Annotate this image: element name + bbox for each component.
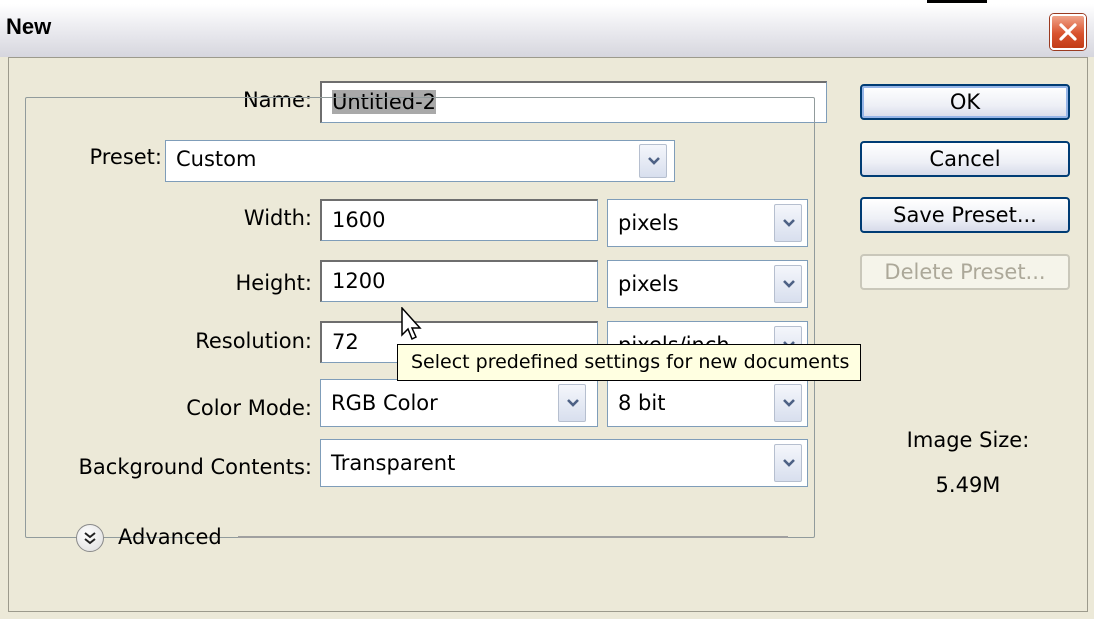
double-chevron-down-icon [84,532,96,545]
resolution-label: Resolution: [195,329,312,353]
close-icon [1059,23,1077,41]
bit-depth-dropdown-button[interactable] [774,384,802,422]
bit-depth-select[interactable]: 8 bit [607,379,808,427]
resolution-value: 72 [332,330,359,354]
preset-label: Preset: [60,145,164,169]
chevron-down-icon [783,459,795,467]
chevron-down-icon [783,280,795,288]
bit-depth-value: 8 bit [618,391,666,415]
preset-dropdown-button[interactable] [639,144,667,178]
color-mode-value: RGB Color [331,391,438,415]
height-unit-dropdown-button[interactable] [774,265,802,303]
delete-preset-button: Delete Preset... [860,254,1070,290]
chevron-down-icon [783,399,795,407]
background-contents-value: Transparent [331,451,456,475]
save-preset-button[interactable]: Save Preset... [860,197,1070,233]
chevron-down-icon [567,399,579,407]
image-size-value: 5.49M [935,473,1001,497]
background-contents-label: Background Contents: [78,455,313,479]
width-unit-value: pixels [618,211,679,235]
preset-tooltip: Select predefined settings for new docum… [397,344,861,381]
title-bar[interactable]: New [0,4,1094,57]
width-unit-select[interactable]: pixels [607,199,808,247]
background-contents-dropdown-button[interactable] [774,444,802,482]
width-value: 1600 [332,208,386,232]
advanced-toggle-button[interactable] [76,524,104,552]
background-contents-select[interactable]: Transparent [320,439,808,487]
ok-button[interactable]: OK [860,84,1070,120]
height-unit-value: pixels [618,272,679,296]
chevron-down-icon [648,157,660,165]
image-size-label: Image Size: [906,428,1030,452]
height-input[interactable]: 1200 [320,260,598,302]
width-input[interactable]: 1600 [320,199,598,241]
preset-select[interactable]: Custom [165,140,675,182]
height-value: 1200 [332,269,386,293]
advanced-label[interactable]: Advanced [118,525,222,549]
top-edge-mark [927,0,987,3]
advanced-divider [238,536,788,538]
close-button[interactable] [1050,14,1086,50]
width-label: Width: [243,206,312,230]
mouse-pointer-icon [401,307,422,341]
preset-group-gap [675,149,687,153]
preset-value: Custom [176,147,257,171]
color-mode-label: Color Mode: [186,396,312,420]
chevron-down-icon [783,219,795,227]
cancel-button[interactable]: Cancel [860,141,1070,177]
color-mode-dropdown-button[interactable] [558,384,586,422]
width-unit-dropdown-button[interactable] [774,204,802,242]
window-title: New [6,14,52,39]
new-document-dialog: New Name: Untitled-2 Preset: Custom Widt… [0,4,1094,619]
height-unit-select[interactable]: pixels [607,260,808,308]
height-label: Height: [235,271,313,295]
color-mode-select[interactable]: RGB Color [320,379,598,427]
